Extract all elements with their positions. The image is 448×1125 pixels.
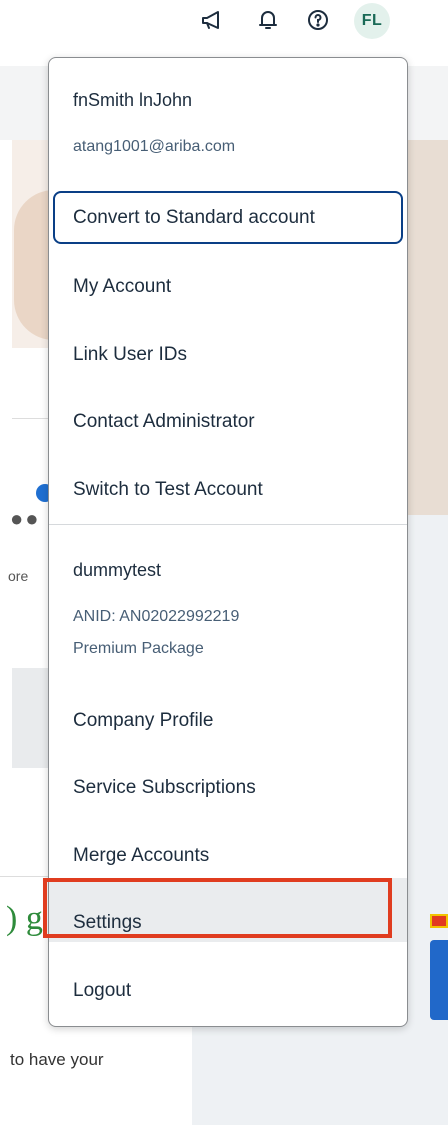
avatar[interactable]: FL [354,3,390,39]
user-email: atang1001@ariba.com [73,138,236,155]
page: ●● ore ) g to have your FL fnSmith lnJoh… [0,0,448,1125]
megaphone-icon[interactable] [198,6,226,34]
company-anid: ANID: AN02022992219 [73,608,240,625]
menu-item-company-profile[interactable]: Company Profile [73,710,213,732]
menu-item-switch-to-test-account[interactable]: Switch to Test Account [73,479,263,501]
user-name: fnSmith lnJohn [73,90,193,110]
background-text-fragment-2: to have your [10,1050,104,1069]
company-name: dummytest [73,560,162,580]
menu-item-contact-administrator[interactable]: Contact Administrator [73,411,255,433]
background-side-button[interactable] [430,940,448,1020]
background-divider [12,418,48,419]
background-dots: ●● [10,506,41,531]
convert-to-standard-account-button[interactable]: Convert to Standard account [53,191,403,244]
user-menu: fnSmith lnJohn atang1001@ariba.com Conve… [48,57,408,1027]
menu-divider [49,524,407,525]
company-package: Premium Package [73,640,204,657]
background-text-fragment: ore [8,568,29,584]
background-marker [430,914,448,928]
menu-item-merge-accounts[interactable]: Merge Accounts [73,845,209,867]
help-icon[interactable] [304,6,332,34]
background-photo-edge [408,140,448,515]
bell-icon[interactable] [254,6,282,34]
menu-item-my-account[interactable]: My Account [73,276,171,298]
menu-item-service-subscriptions[interactable]: Service Subscriptions [73,777,256,799]
background-block [12,668,48,768]
menu-item-logout[interactable]: Logout [73,980,131,1002]
top-header: FL [0,0,448,40]
background-logo-fragment: ) g [6,900,43,937]
menu-item-settings[interactable]: Settings [73,912,142,934]
menu-item-link-user-ids[interactable]: Link User IDs [73,344,187,366]
